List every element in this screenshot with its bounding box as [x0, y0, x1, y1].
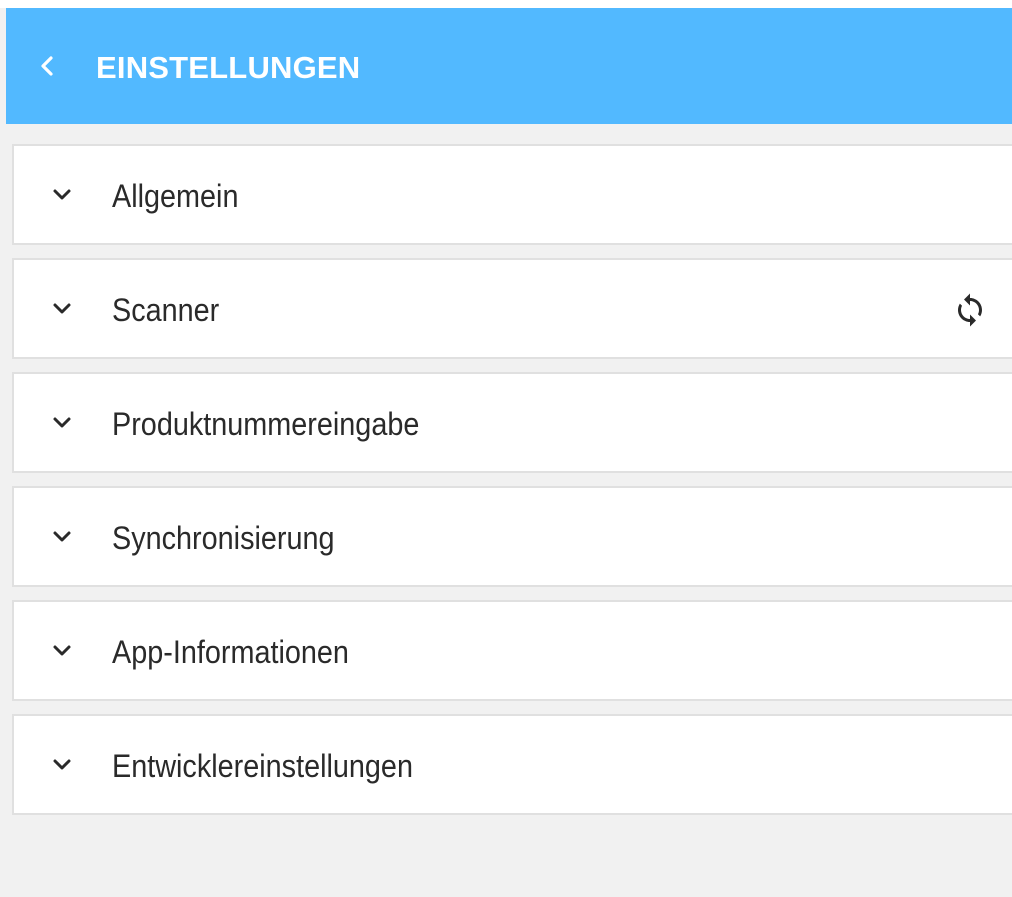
chevron-down-icon	[52, 530, 72, 544]
top-strip	[0, 0, 1012, 8]
back-button[interactable]	[30, 46, 64, 86]
section-produktnummereingabe[interactable]: Produktnummereingabe	[12, 372, 1012, 473]
section-synchronisierung[interactable]: Synchronisierung	[12, 486, 1012, 587]
app-header: EINSTELLUNGEN	[6, 8, 1012, 124]
section-label: Scanner	[112, 292, 220, 328]
chevron-left-icon	[39, 55, 55, 77]
settings-section-list: Allgemein Scanner Produktnummereingabe S…	[12, 144, 1012, 828]
section-label: Synchronisierung	[112, 520, 335, 556]
section-app-informationen[interactable]: App-Informationen	[12, 600, 1012, 701]
refresh-icon	[952, 292, 988, 328]
chevron-down-icon	[52, 188, 72, 202]
section-label: Produktnummereingabe	[112, 406, 420, 442]
refresh-button[interactable]	[949, 290, 991, 330]
section-scanner[interactable]: Scanner	[12, 258, 1012, 359]
chevron-down-icon	[52, 644, 72, 658]
section-allgemein[interactable]: Allgemein	[12, 144, 1012, 245]
section-entwicklereinstellungen[interactable]: Entwicklereinstellungen	[12, 714, 1012, 815]
chevron-down-icon	[52, 416, 72, 430]
section-label: Entwicklereinstellungen	[112, 748, 413, 784]
chevron-down-icon	[52, 302, 72, 316]
section-label: App-Informationen	[112, 634, 349, 670]
page-title: EINSTELLUNGEN	[96, 50, 361, 85]
section-label: Allgemein	[112, 178, 239, 214]
chevron-down-icon	[52, 758, 72, 772]
